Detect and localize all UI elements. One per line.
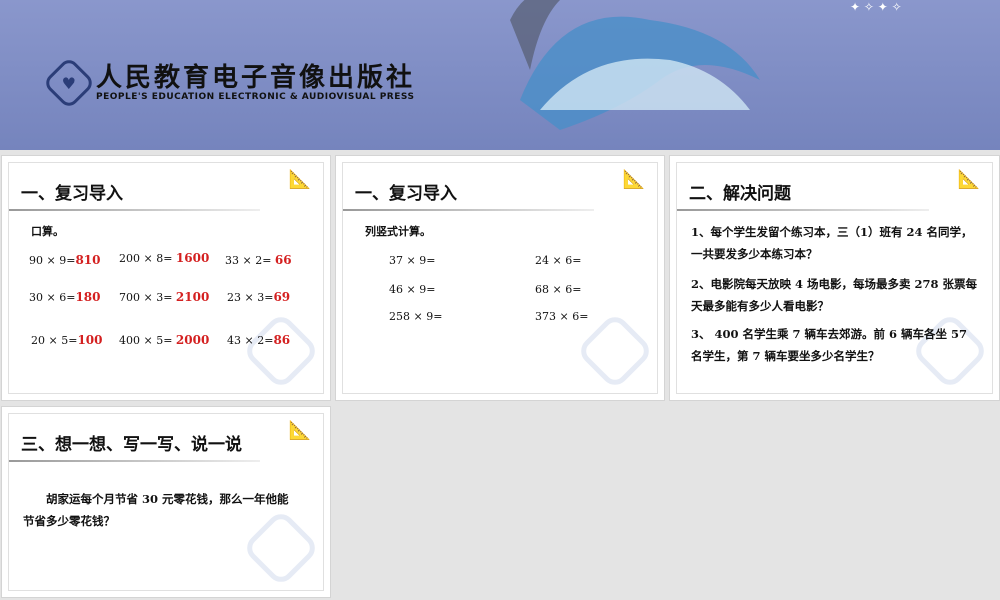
problem: 3、 400 名学生乘 7 辆车去郊游。前 6 辆车各坐 57 名学生，第 7 … [691, 327, 968, 363]
problem: 2、电影院每天放映 4 场电影，每场最多卖 278 张票每天最多能有多少人看电影… [691, 277, 978, 313]
question: 700 × 3= [119, 291, 176, 304]
problem: 1、每个学生发留个练习本，三（1）班有 24 名同学，一共要发多少本练习本？ [691, 225, 973, 261]
question: 400 × 5= [119, 334, 176, 347]
question: 43 × 2= [227, 334, 274, 347]
answer: 180 [75, 290, 101, 304]
question: 200 × 8= [119, 252, 176, 265]
answer: 69 [273, 290, 291, 304]
divider [9, 209, 261, 211]
slide-title: 一、复习导入 [355, 184, 457, 204]
divider [677, 209, 929, 211]
publisher-logo: ♥ 人民教育电子音像出版社 PEOPLE'S EDUCATION ELECTRO… [42, 56, 416, 110]
answer: 66 [274, 253, 292, 267]
answer: 2000 [175, 333, 210, 347]
slide-title: 二、解决问题 [689, 184, 791, 204]
watermark-logo-icon [241, 311, 321, 391]
publisher-name-en: PEOPLE'S EDUCATION ELECTRONIC & AUDIOVIS… [96, 92, 415, 102]
ruler-compass-icon: 📐 [288, 169, 311, 190]
question: 30 × 6= [29, 291, 76, 304]
ruler-compass-icon: 📐 [288, 420, 311, 441]
question: 20 × 5= [31, 334, 78, 347]
exercise: 37 × 9= [389, 254, 436, 267]
question: 23 × 3= [227, 291, 274, 304]
slide-thumbnail-2[interactable]: 一、复习导入 📐 列竖式计算。 37 × 9= 24 × 6= 46 × 9= … [335, 155, 665, 401]
ruler-compass-icon: 📐 [957, 169, 980, 190]
divider [343, 209, 595, 211]
wave-illustration [510, 0, 760, 130]
ruler-compass-icon: 📐 [622, 169, 645, 190]
answer: 810 [75, 253, 101, 267]
slide-subtitle: 列竖式计算。 [365, 225, 431, 238]
stars-decoration: ✦ ✧ ✦ ✧ [850, 0, 902, 14]
answer: 2100 [175, 290, 210, 304]
slide-title: 一、复习导入 [21, 184, 123, 204]
slide-title: 三、想一想、写一写、说一说 [21, 435, 242, 455]
publisher-emblem-icon: ♥ [42, 56, 96, 110]
answer: 86 [273, 333, 291, 347]
question: 90 × 9= [29, 254, 76, 267]
divider [9, 460, 261, 462]
exercise: 258 × 9= [389, 310, 443, 323]
slide-subtitle: 口算。 [31, 225, 64, 238]
problem: 胡家运每个月节省 30 元零花钱，那么一年他能节省多少零花钱？ [23, 492, 289, 528]
answer: 1600 [175, 251, 210, 265]
question: 33 × 2= [225, 254, 275, 267]
header-banner: ✦ ✧ ✦ ✧ ♥ 人民教育电子音像出版社 PEOPLE'S EDUCATION… [0, 0, 1000, 150]
exercise: 46 × 9= [389, 283, 436, 296]
watermark-logo-icon [575, 311, 655, 391]
slide-thumbnail-1[interactable]: 一、复习导入 📐 口算。 90 × 9=810 200 × 8= 1600 33… [1, 155, 331, 401]
exercise: 68 × 6= [535, 283, 582, 296]
slide-thumbnail-4[interactable]: 三、想一想、写一写、说一说 📐 胡家运每个月节省 30 元零花钱，那么一年他能节… [1, 406, 331, 598]
exercise: 24 × 6= [535, 254, 582, 267]
answer: 100 [77, 333, 103, 347]
publisher-name-cn: 人民教育电子音像出版社 [96, 63, 416, 93]
exercise: 373 × 6= [535, 310, 589, 323]
slide-thumbnail-3[interactable]: 二、解决问题 📐 1、每个学生发留个练习本，三（1）班有 24 名同学，一共要发… [669, 155, 1000, 401]
